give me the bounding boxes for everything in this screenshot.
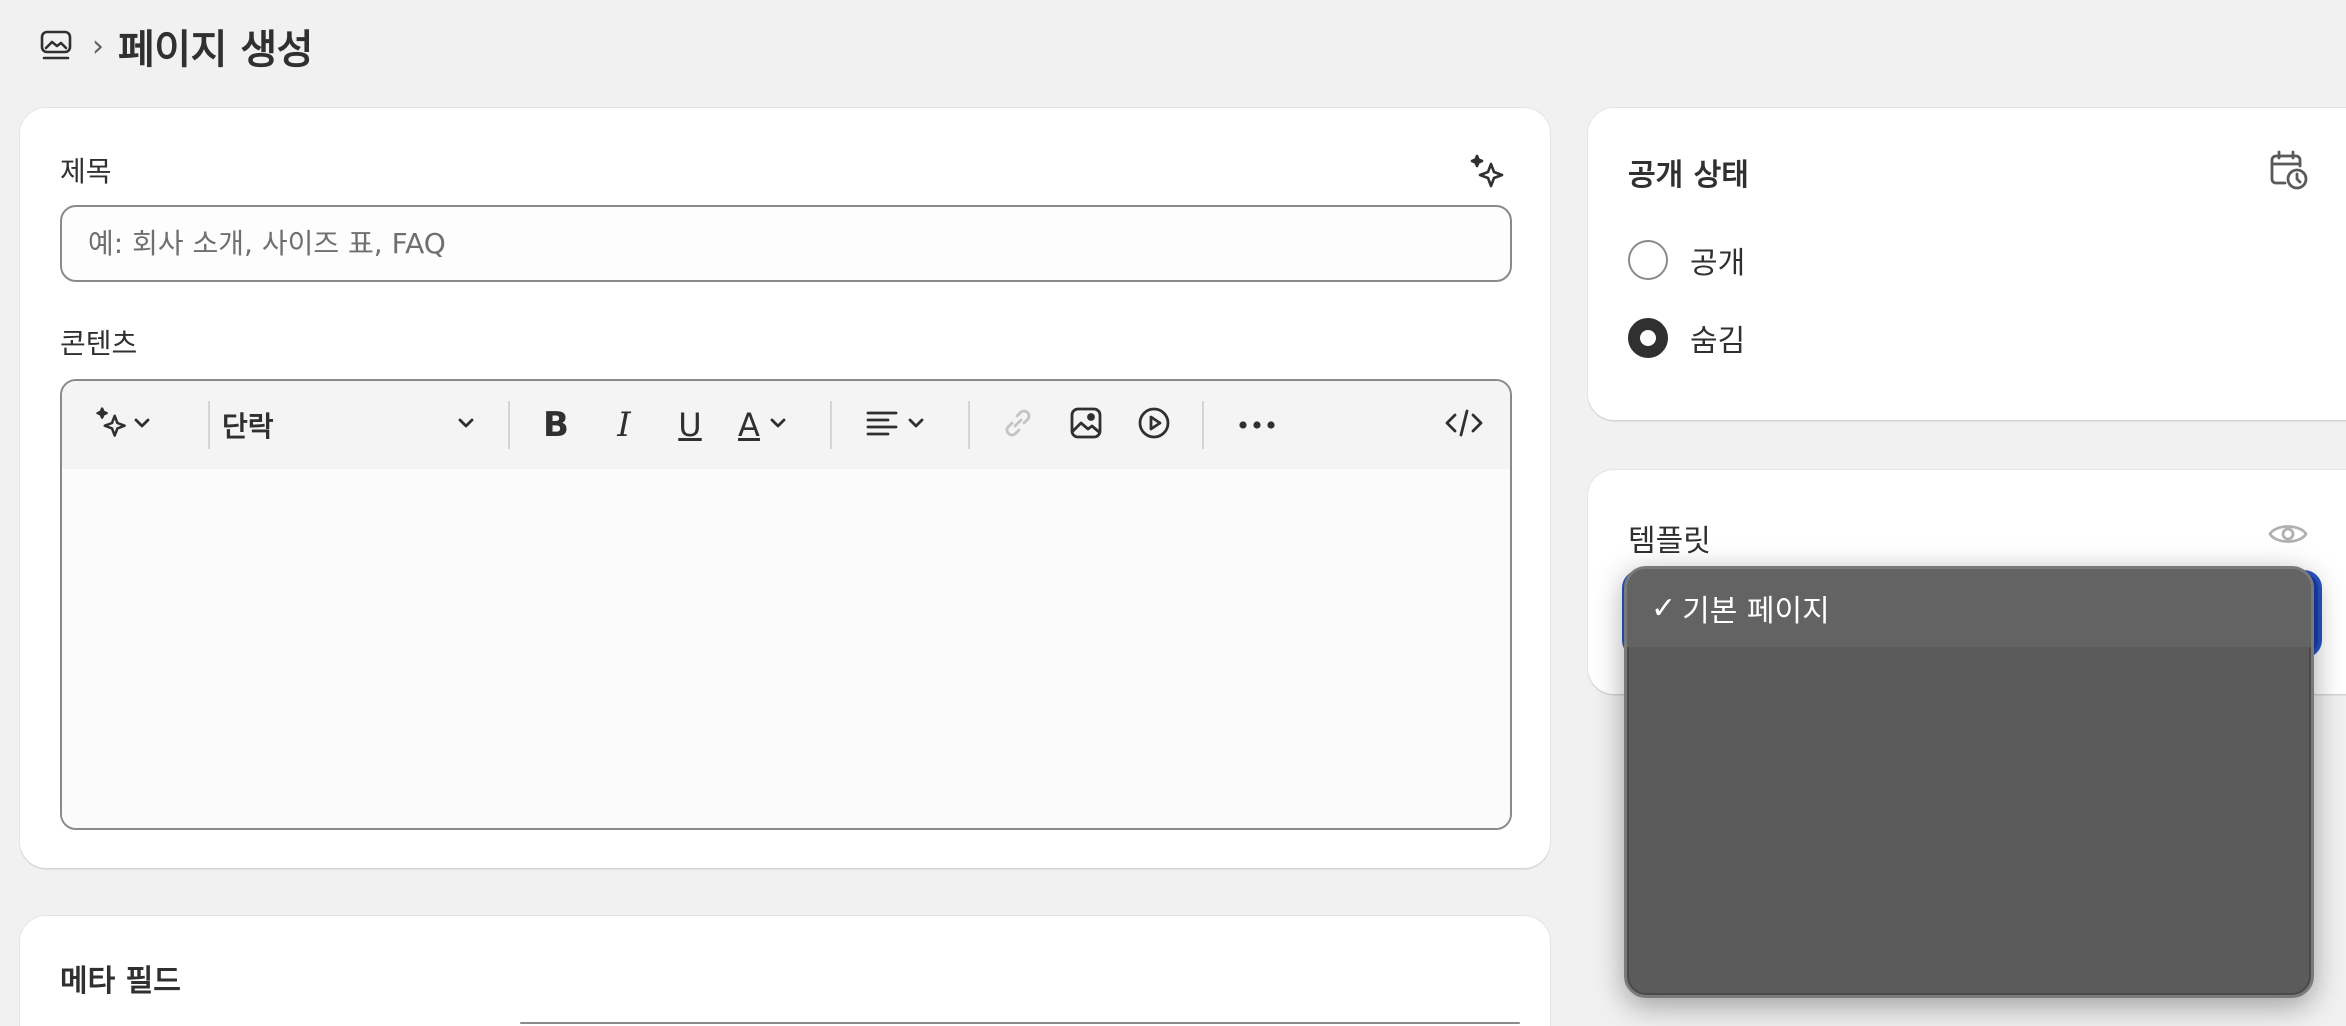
more-button[interactable] xyxy=(1222,397,1292,453)
toolbar-divider xyxy=(508,401,510,449)
italic-icon: I xyxy=(617,405,631,445)
page-content-card: 제목 콘텐츠 xyxy=(20,108,1550,868)
align-button[interactable] xyxy=(852,397,940,453)
paragraph-select-value: 단락 xyxy=(222,410,274,443)
radio-hidden-label: 숨김 xyxy=(1690,324,1746,359)
pages-icon[interactable] xyxy=(38,28,74,64)
underline-button[interactable]: U xyxy=(662,397,718,453)
radio-public[interactable] xyxy=(1628,240,1668,280)
link-button[interactable] xyxy=(990,397,1046,453)
page-title: 페이지 생성 xyxy=(118,27,313,73)
link-icon xyxy=(1000,405,1036,445)
radio-hidden[interactable] xyxy=(1628,318,1668,358)
dropdown-option-label: 기본 페이지 xyxy=(1682,594,1830,629)
text-color-button[interactable]: A xyxy=(722,397,806,453)
toolbar-divider xyxy=(1202,401,1204,449)
align-left-icon xyxy=(864,405,900,445)
underline-icon: U xyxy=(678,406,702,444)
toolbar-divider xyxy=(968,401,970,449)
content-label: 콘텐츠 xyxy=(60,327,138,360)
image-button[interactable] xyxy=(1058,397,1114,453)
radio-public-label: 공개 xyxy=(1690,246,1746,281)
italic-button[interactable]: I xyxy=(596,397,652,453)
breadcrumb: › 페이지 생성 xyxy=(38,18,313,74)
code-view-button[interactable] xyxy=(1436,397,1492,453)
ai-menu-button[interactable] xyxy=(86,397,162,453)
title-label: 제목 xyxy=(60,155,112,188)
sparkle-icon[interactable] xyxy=(1466,150,1510,194)
visibility-option-hidden[interactable]: 숨김 xyxy=(1628,316,1745,360)
chevron-down-icon xyxy=(904,411,928,439)
page: › 페이지 생성 제목 콘텐츠 xyxy=(0,0,2346,1026)
chevron-down-icon xyxy=(130,411,154,439)
editor-toolbar: 단락 B I U A xyxy=(62,381,1510,469)
rich-text-editor: 단락 B I U A xyxy=(60,379,1512,830)
text-color-icon: A xyxy=(738,406,760,444)
visibility-title: 공개 상태 xyxy=(1628,158,1749,193)
title-input[interactable] xyxy=(60,205,1512,282)
bold-icon: B xyxy=(543,405,569,445)
visibility-option-public[interactable]: 공개 xyxy=(1628,238,1745,282)
sparkle-icon xyxy=(94,405,130,445)
chevron-down-icon xyxy=(766,411,790,439)
play-circle-icon xyxy=(1136,405,1172,445)
metafield-input-edge xyxy=(520,1022,1520,1024)
breadcrumb-separator: › xyxy=(92,28,104,64)
eye-icon[interactable] xyxy=(2264,510,2312,558)
template-dropdown: ✓ 기본 페이지 xyxy=(1624,566,2314,998)
metafields-card: 메타 필드 xyxy=(20,916,1550,1026)
toolbar-divider xyxy=(830,401,832,449)
checkmark-icon: ✓ xyxy=(1651,590,1677,626)
image-icon xyxy=(1068,405,1104,445)
template-title: 템플릿 xyxy=(1628,524,1711,559)
dropdown-option-default-page[interactable]: ✓ 기본 페이지 xyxy=(1627,569,2311,647)
paragraph-select[interactable]: 단락 xyxy=(210,397,490,453)
calendar-clock-icon[interactable] xyxy=(2264,146,2312,194)
video-button[interactable] xyxy=(1126,397,1182,453)
more-horizontal-icon xyxy=(1237,416,1277,435)
bold-button[interactable]: B xyxy=(528,397,584,453)
code-icon xyxy=(1444,405,1484,445)
visibility-card: 공개 상태 공개 숨김 xyxy=(1588,108,2346,420)
chevron-down-icon xyxy=(454,409,478,442)
editor-content-area[interactable] xyxy=(62,469,1510,828)
metafields-title: 메타 필드 xyxy=(60,964,181,999)
